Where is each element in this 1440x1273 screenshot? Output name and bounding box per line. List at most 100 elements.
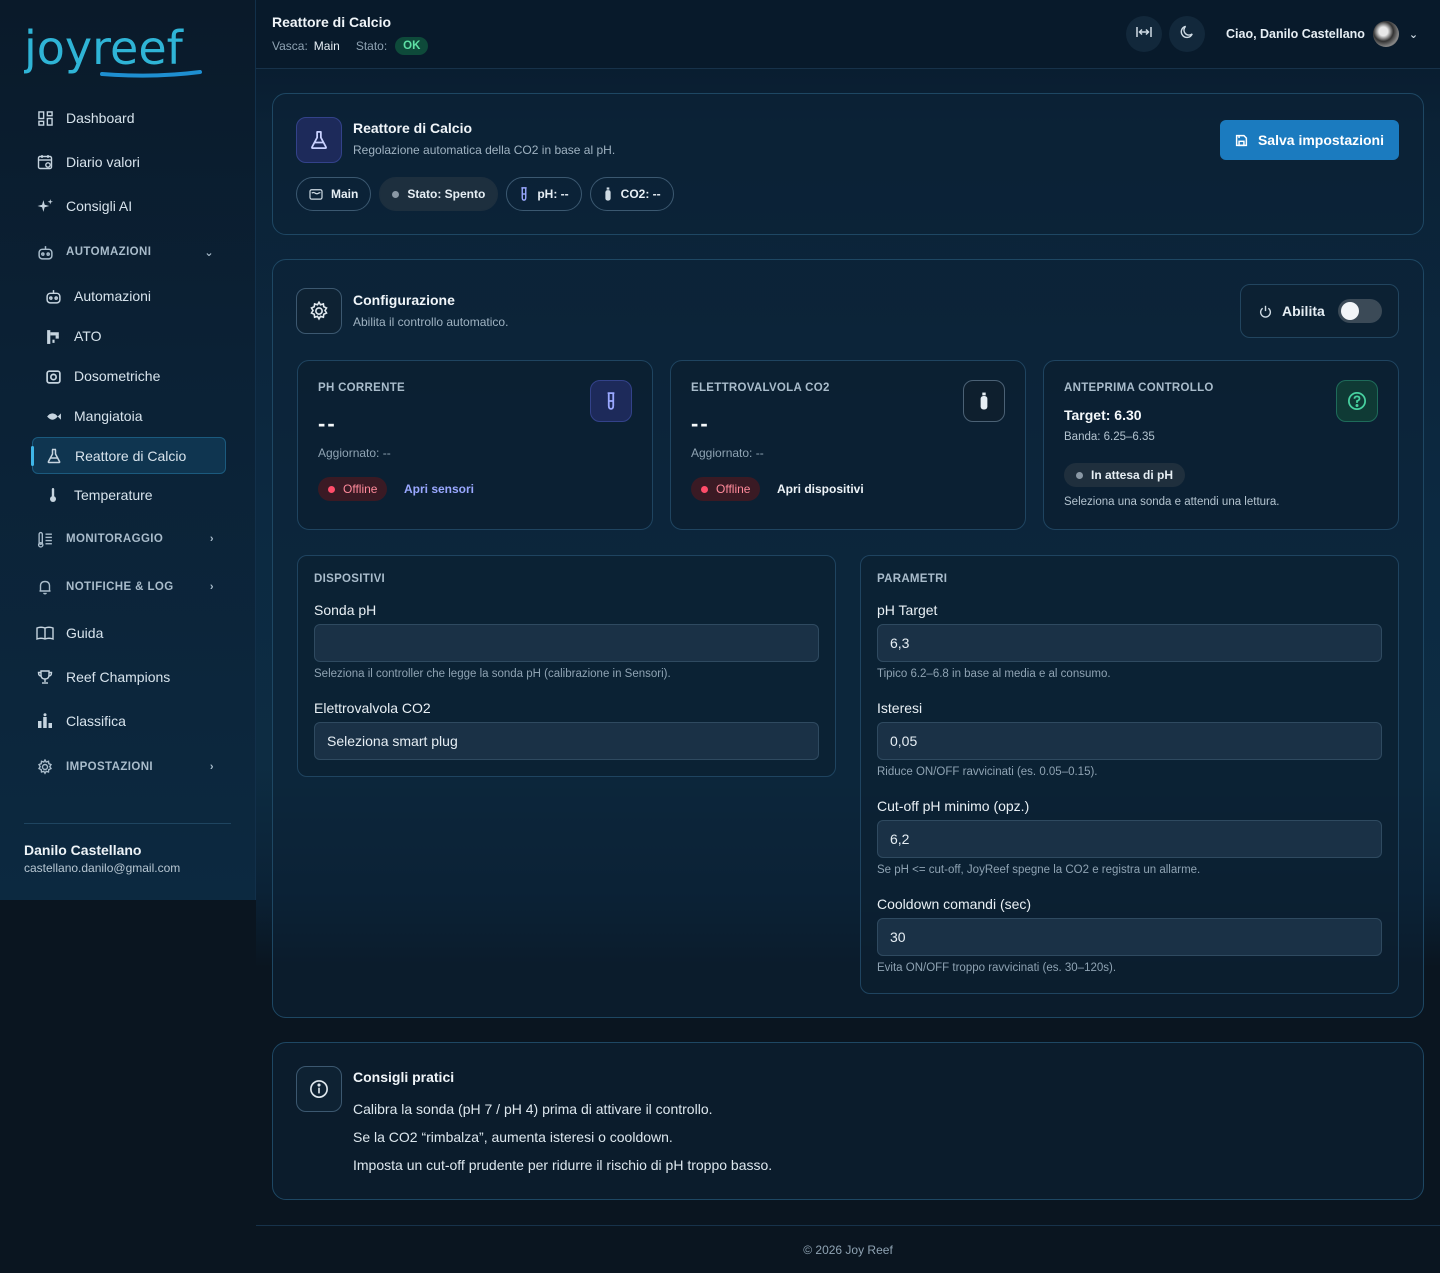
ph-current-value: -- — [318, 411, 337, 436]
tip-item: Calibra la sonda (pH 7 / pH 4) prima di … — [353, 1101, 713, 1117]
reactor-summary-card: Reattore di Calcio Regolazione automatic… — [272, 93, 1424, 235]
open-sensors-link[interactable]: Apri sensori — [404, 482, 474, 496]
valve-label: Elettrovalvola CO2 — [314, 700, 431, 716]
robot-icon — [36, 243, 54, 261]
ph-target-help: Tipico 6.2–6.8 in base al media e al con… — [877, 668, 1111, 680]
control-preview-card: ANTEPRIMA CONTROLLO Target: 6.30 Banda: … — [1043, 360, 1399, 530]
main-nav: Dashboard Diario valori Consigli AI AUTO… — [24, 96, 232, 791]
ph-target-label: pH Target — [877, 602, 938, 618]
valve-select[interactable]: Seleziona smart plug — [314, 722, 819, 760]
sidebar-item-classifica[interactable]: Classifica — [24, 699, 232, 743]
sidebar-user: Danilo Castellano castellano.danilo@gmai… — [24, 823, 231, 875]
ph-offline-badge: Offline — [318, 477, 388, 501]
sidebar-item-guida[interactable]: Guida — [24, 611, 232, 655]
co2-pill: CO2: -- — [589, 177, 674, 211]
ph-updated: Aggiornato: -- — [318, 446, 391, 460]
faucet-icon — [44, 327, 62, 345]
sidebar-item-label: Consigli AI — [66, 198, 133, 214]
probe-help: Seleziona il controller che legge la son… — [314, 668, 671, 680]
sidebar-item-mangiatoia[interactable]: Mangiatoia — [24, 396, 232, 436]
cutoff-input[interactable]: 6,2 — [877, 820, 1382, 858]
probe-label: Sonda pH — [314, 602, 377, 618]
open-devices-link[interactable]: Apri dispositivi — [777, 482, 864, 496]
sidebar-item-label: Dosometriche — [74, 368, 161, 384]
tips-title: Consigli pratici — [353, 1069, 455, 1085]
sidebar-item-dosometriche[interactable]: Dosometriche — [24, 356, 232, 396]
leaderboard-icon — [36, 712, 54, 730]
trophy-icon — [36, 668, 54, 686]
help-icon — [1336, 380, 1378, 422]
cutoff-label: Cut-off pH minimo (opz.) — [877, 798, 1030, 814]
preview-band: Banda: 6.25–6.35 — [1064, 431, 1155, 443]
devices-panel: DISPOSITIVI Sonda pH Seleziona il contro… — [297, 555, 836, 777]
status-pills: Main Stato: Spento pH: -- CO2: -- — [296, 177, 682, 211]
section-monitoraggio[interactable]: MONITORAGGIO › — [24, 515, 232, 563]
section-label: MONITORAGGIO — [66, 533, 164, 545]
card-title: Reattore di Calcio — [353, 120, 473, 136]
section-notifiche-log[interactable]: NOTIFICHE & LOG › — [24, 563, 232, 611]
flask-icon — [45, 447, 63, 465]
enable-toggle[interactable] — [1338, 299, 1382, 323]
cutoff-help: Se pH <= cut-off, JoyReef spegne la CO2 … — [877, 864, 1201, 876]
footer: © 2026 Joy Reef — [256, 1225, 1440, 1273]
tip-item: Imposta un cut-off prudente per ridurre … — [353, 1157, 773, 1173]
vasca-value: Main — [313, 39, 340, 53]
vasca-label: Vasca: — [272, 39, 308, 53]
sidebar-item-dashboard[interactable]: Dashboard — [24, 96, 232, 140]
hysteresis-input[interactable]: 0,05 — [877, 722, 1382, 760]
expand-width-button[interactable] — [1126, 16, 1162, 52]
ph-target-input[interactable]: 6,3 — [877, 624, 1382, 662]
sidebar-item-label: Automazioni — [74, 288, 152, 304]
sidebar-item-reattore-di-calcio[interactable]: Reattore di Calcio — [31, 437, 226, 474]
sidebar-item-temperature[interactable]: Temperature — [24, 475, 232, 515]
robot-icon — [44, 287, 62, 305]
avatar — [1372, 21, 1399, 47]
save-settings-button[interactable]: Salva impostazioni — [1220, 120, 1399, 160]
bell-icon — [36, 578, 54, 596]
section-label: AUTOMAZIONI — [66, 246, 152, 258]
enable-control[interactable]: Abilita — [1240, 284, 1399, 338]
section-impostazioni[interactable]: IMPOSTAZIONI › — [24, 743, 232, 791]
hysteresis-help: Riduce ON/OFF ravvicinati (es. 0.05–0.15… — [877, 766, 1098, 778]
configuration-card: Configurazione Abilita il controllo auto… — [272, 259, 1424, 1018]
preview-target: Target: 6.30 — [1064, 407, 1142, 423]
svg-text:joyreef: joyreef — [24, 21, 185, 75]
ph-current-card: pH CORRENTE -- Aggiornato: -- Offline Ap… — [297, 360, 653, 530]
waiting-badge: In attesa di pH — [1064, 463, 1186, 487]
ph-pill-label: pH: -- — [537, 187, 569, 201]
power-icon — [1259, 305, 1272, 318]
sidebar-item-label: Dashboard — [66, 110, 135, 126]
cooldown-input[interactable]: 30 — [877, 918, 1382, 956]
joyreef-logo: joyreef — [24, 21, 202, 78]
info-icon — [296, 1066, 342, 1112]
parameters-panel: PARAMETRI pH Target 6,3 Tipico 6.2–6.8 i… — [860, 555, 1399, 994]
preview-label: ANTEPRIMA CONTROLLO — [1064, 382, 1214, 394]
sidebar-item-consigli-ai[interactable]: Consigli AI — [24, 184, 232, 228]
chevron-down-icon: ⌄ — [1408, 28, 1419, 41]
dashboard-icon — [36, 109, 54, 127]
tips-card: Consigli pratici Calibra la sonda (pH 7 … — [272, 1042, 1424, 1200]
user-email: castellano.danilo@gmail.com — [24, 861, 181, 875]
sidebar-item-diario[interactable]: Diario valori — [24, 140, 232, 184]
user-menu[interactable]: Ciao, Danilo Castellano ⌄ — [1226, 21, 1418, 47]
theme-toggle-button[interactable] — [1169, 16, 1205, 52]
enable-label: Abilita — [1282, 303, 1325, 319]
sidebar-item-reef-champions[interactable]: Reef Champions — [24, 655, 232, 699]
gear-icon — [36, 758, 54, 776]
chevron-right-icon: › — [209, 533, 214, 545]
book-icon — [36, 624, 54, 642]
config-title: Configurazione — [353, 292, 455, 308]
user-name: Danilo Castellano — [24, 842, 142, 858]
sidebar-item-label: Mangiatoia — [74, 408, 143, 424]
gas-bottle-icon — [963, 380, 1005, 422]
sidebar-item-ato[interactable]: ATO — [24, 316, 232, 356]
section-automazioni[interactable]: AUTOMAZIONI ⌄ — [24, 228, 232, 276]
section-label: NOTIFICHE & LOG — [66, 581, 174, 593]
sidebar-item-label: Guida — [66, 625, 104, 641]
fish-icon — [44, 407, 62, 425]
sidebar-item-automazioni[interactable]: Automazioni — [24, 276, 232, 316]
valve-offline-badge: Offline — [691, 477, 761, 501]
co2-valve-label: ELETTROVALVOLA CO2 — [691, 382, 830, 394]
probe-select[interactable] — [314, 624, 819, 662]
test-tube-icon — [519, 187, 529, 201]
